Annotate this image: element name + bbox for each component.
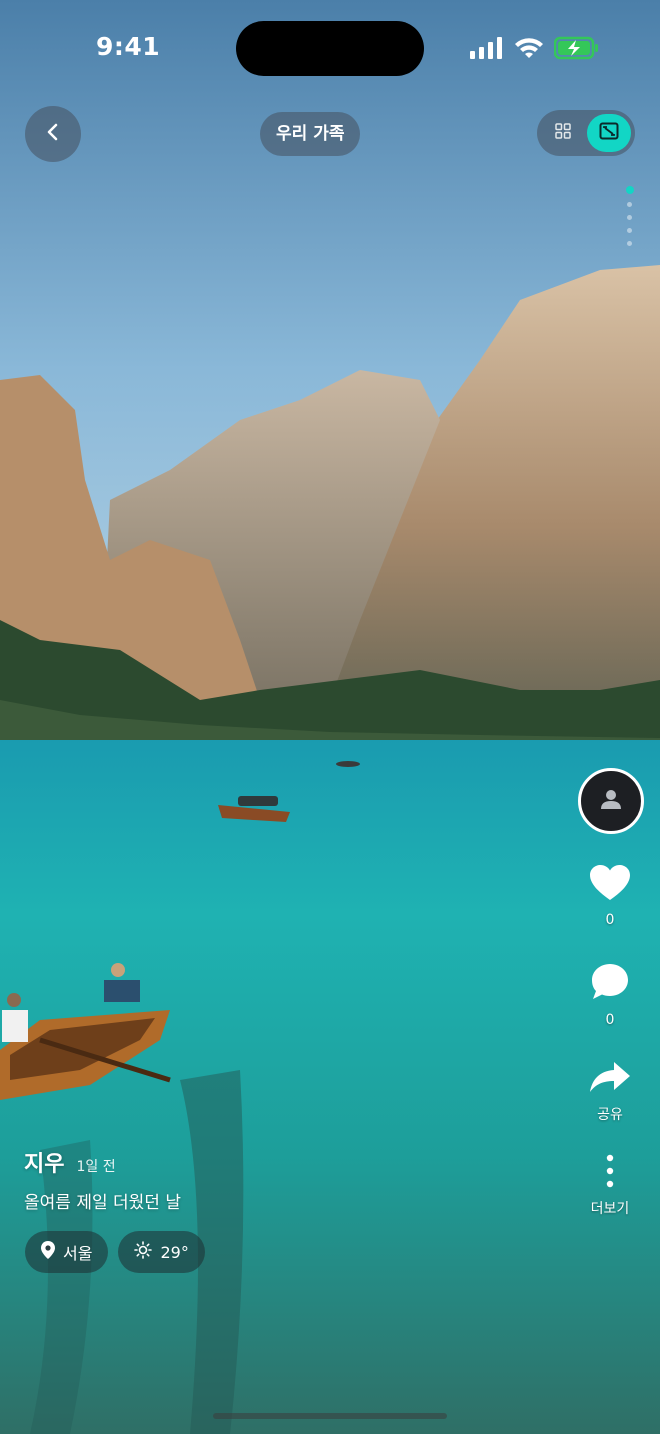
- like-count: 0: [605, 912, 615, 928]
- post-author-row: 지우 1일 전: [24, 1146, 116, 1178]
- post-caption: 올여름 제일 더웠던 날: [24, 1193, 181, 1213]
- comment-count: 0: [605, 1012, 615, 1028]
- action-rail: 0 0 공유 더보기: [578, 768, 644, 1217]
- status-bar: 9:41: [0, 0, 660, 96]
- status-time: 9:41: [96, 32, 161, 61]
- grid-icon: [555, 123, 571, 143]
- comment-button[interactable]: 0: [578, 962, 642, 1028]
- share-arrow-icon: [589, 1060, 631, 1098]
- weather-chip[interactable]: 29°: [118, 1231, 205, 1273]
- chevron-left-icon: [43, 122, 63, 146]
- view-mode-toggle: [537, 110, 635, 156]
- dynamic-island: [236, 21, 424, 76]
- share-button[interactable]: 공유: [578, 1060, 642, 1124]
- page-dot: [627, 228, 632, 233]
- location-pin-icon: [41, 1241, 55, 1263]
- temperature-text: 29°: [160, 1242, 189, 1262]
- back-button[interactable]: [25, 106, 81, 162]
- battery-charging-icon: [553, 36, 600, 64]
- expand-icon: [599, 122, 619, 144]
- cellular-signal-icon: [470, 37, 504, 63]
- page-dot: [627, 241, 632, 246]
- page-dot: [627, 202, 632, 207]
- more-vertical-icon: [605, 1154, 615, 1192]
- author-name[interactable]: 지우: [24, 1146, 64, 1178]
- location-chip[interactable]: 서울: [25, 1231, 109, 1273]
- post-meta-chips: 서울 29°: [25, 1231, 205, 1273]
- person-icon: [599, 787, 623, 815]
- location-text: 서울: [63, 1244, 93, 1263]
- wifi-icon: [514, 37, 544, 63]
- more-label: 더보기: [590, 1201, 630, 1217]
- fullscreen-view-button[interactable]: [587, 114, 631, 152]
- sun-icon: [134, 1241, 153, 1263]
- share-label: 공유: [597, 1107, 623, 1123]
- post-time: 1일 전: [76, 1159, 116, 1175]
- heart-icon: [589, 864, 631, 906]
- album-title-button[interactable]: 우리 가족: [260, 112, 361, 156]
- grid-view-button[interactable]: [551, 121, 575, 145]
- speech-bubble-icon: [590, 962, 630, 1006]
- photo-page-indicator: [625, 186, 634, 246]
- like-button[interactable]: 0: [578, 864, 642, 928]
- background-photo: [0, 0, 660, 1434]
- more-button[interactable]: 더보기: [578, 1154, 642, 1218]
- page-dot: [627, 215, 632, 220]
- author-avatar-button[interactable]: [578, 768, 644, 834]
- page-dot-active: [625, 186, 634, 194]
- home-indicator[interactable]: [213, 1413, 447, 1419]
